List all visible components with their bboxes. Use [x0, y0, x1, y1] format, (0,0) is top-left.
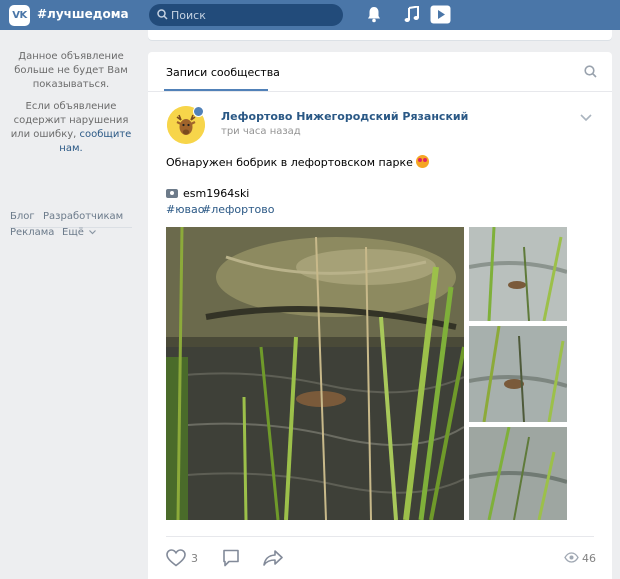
- post-photo-thumb-2[interactable]: [469, 326, 567, 422]
- search-input[interactable]: [171, 7, 331, 23]
- pond-thumb-image: [469, 326, 567, 422]
- brand-title[interactable]: #лучшедома: [37, 7, 129, 21]
- view-count: 46: [582, 552, 596, 565]
- post-photo-main[interactable]: [166, 227, 464, 520]
- post-photo-thumb-3[interactable]: [469, 427, 567, 520]
- heart-eyes-emoji-icon: [415, 155, 429, 168]
- camera-icon: [166, 189, 178, 198]
- photo-credit: esm1964ski: [166, 187, 249, 200]
- footer-link-ads[interactable]: Реклама: [10, 227, 54, 238]
- photo-credit-name: esm1964ski: [183, 187, 250, 200]
- footer-link-blog[interactable]: Блог: [10, 211, 35, 222]
- hashtag-yuvao[interactable]: #ювао: [166, 203, 204, 216]
- like-icon[interactable]: [166, 549, 186, 567]
- footer-more[interactable]: Ещё: [62, 227, 97, 238]
- tab-community-posts[interactable]: Записи сообщества: [166, 66, 280, 79]
- eye-icon: [564, 552, 579, 563]
- actions-divider: [166, 536, 594, 537]
- hashtag-lefortovo[interactable]: #лефортово: [202, 203, 274, 216]
- post-photo-thumb-1[interactable]: [469, 227, 567, 321]
- music-icon[interactable]: [404, 6, 420, 23]
- top-bar: VK #лучшедома: [0, 0, 620, 30]
- verified-badge-icon: [193, 106, 204, 117]
- search-box[interactable]: [149, 4, 343, 26]
- like-count: 3: [191, 552, 198, 565]
- previous-card-bottom: [148, 30, 612, 40]
- pond-thumb-image: [469, 427, 567, 520]
- post-text: Обнаружен бобрик в лефортовском парке: [166, 155, 429, 169]
- chevron-down-icon[interactable]: [580, 114, 592, 122]
- post-text-content: Обнаружен бобрик в лефортовском парке: [166, 156, 413, 169]
- tab-divider: [148, 91, 612, 92]
- post-time[interactable]: три часа назад: [221, 126, 301, 137]
- community-posts-card: Записи сообщества Лефортово Нижегородски…: [148, 52, 612, 579]
- post-author[interactable]: Лефортово Нижегородский Рязанский: [221, 110, 468, 123]
- footer-more-label: Ещё: [62, 227, 84, 238]
- video-icon[interactable]: [430, 5, 451, 24]
- pond-photo-image: [166, 227, 464, 520]
- footer-link-developers[interactable]: Разработчикам: [43, 211, 123, 222]
- ad-hidden-notice: Данное объявление больше не будет Вам по…: [14, 51, 128, 90]
- chevron-down-icon: [89, 230, 97, 235]
- search-icon[interactable]: [584, 65, 597, 78]
- share-icon[interactable]: [263, 549, 283, 567]
- comment-icon[interactable]: [222, 549, 240, 567]
- pond-thumb-image: [469, 227, 567, 321]
- vk-logo[interactable]: VK: [9, 5, 30, 26]
- ad-report-notice: Если объявление содержит нарушения или о…: [8, 100, 134, 156]
- search-icon: [157, 9, 168, 20]
- bell-icon[interactable]: [367, 6, 381, 23]
